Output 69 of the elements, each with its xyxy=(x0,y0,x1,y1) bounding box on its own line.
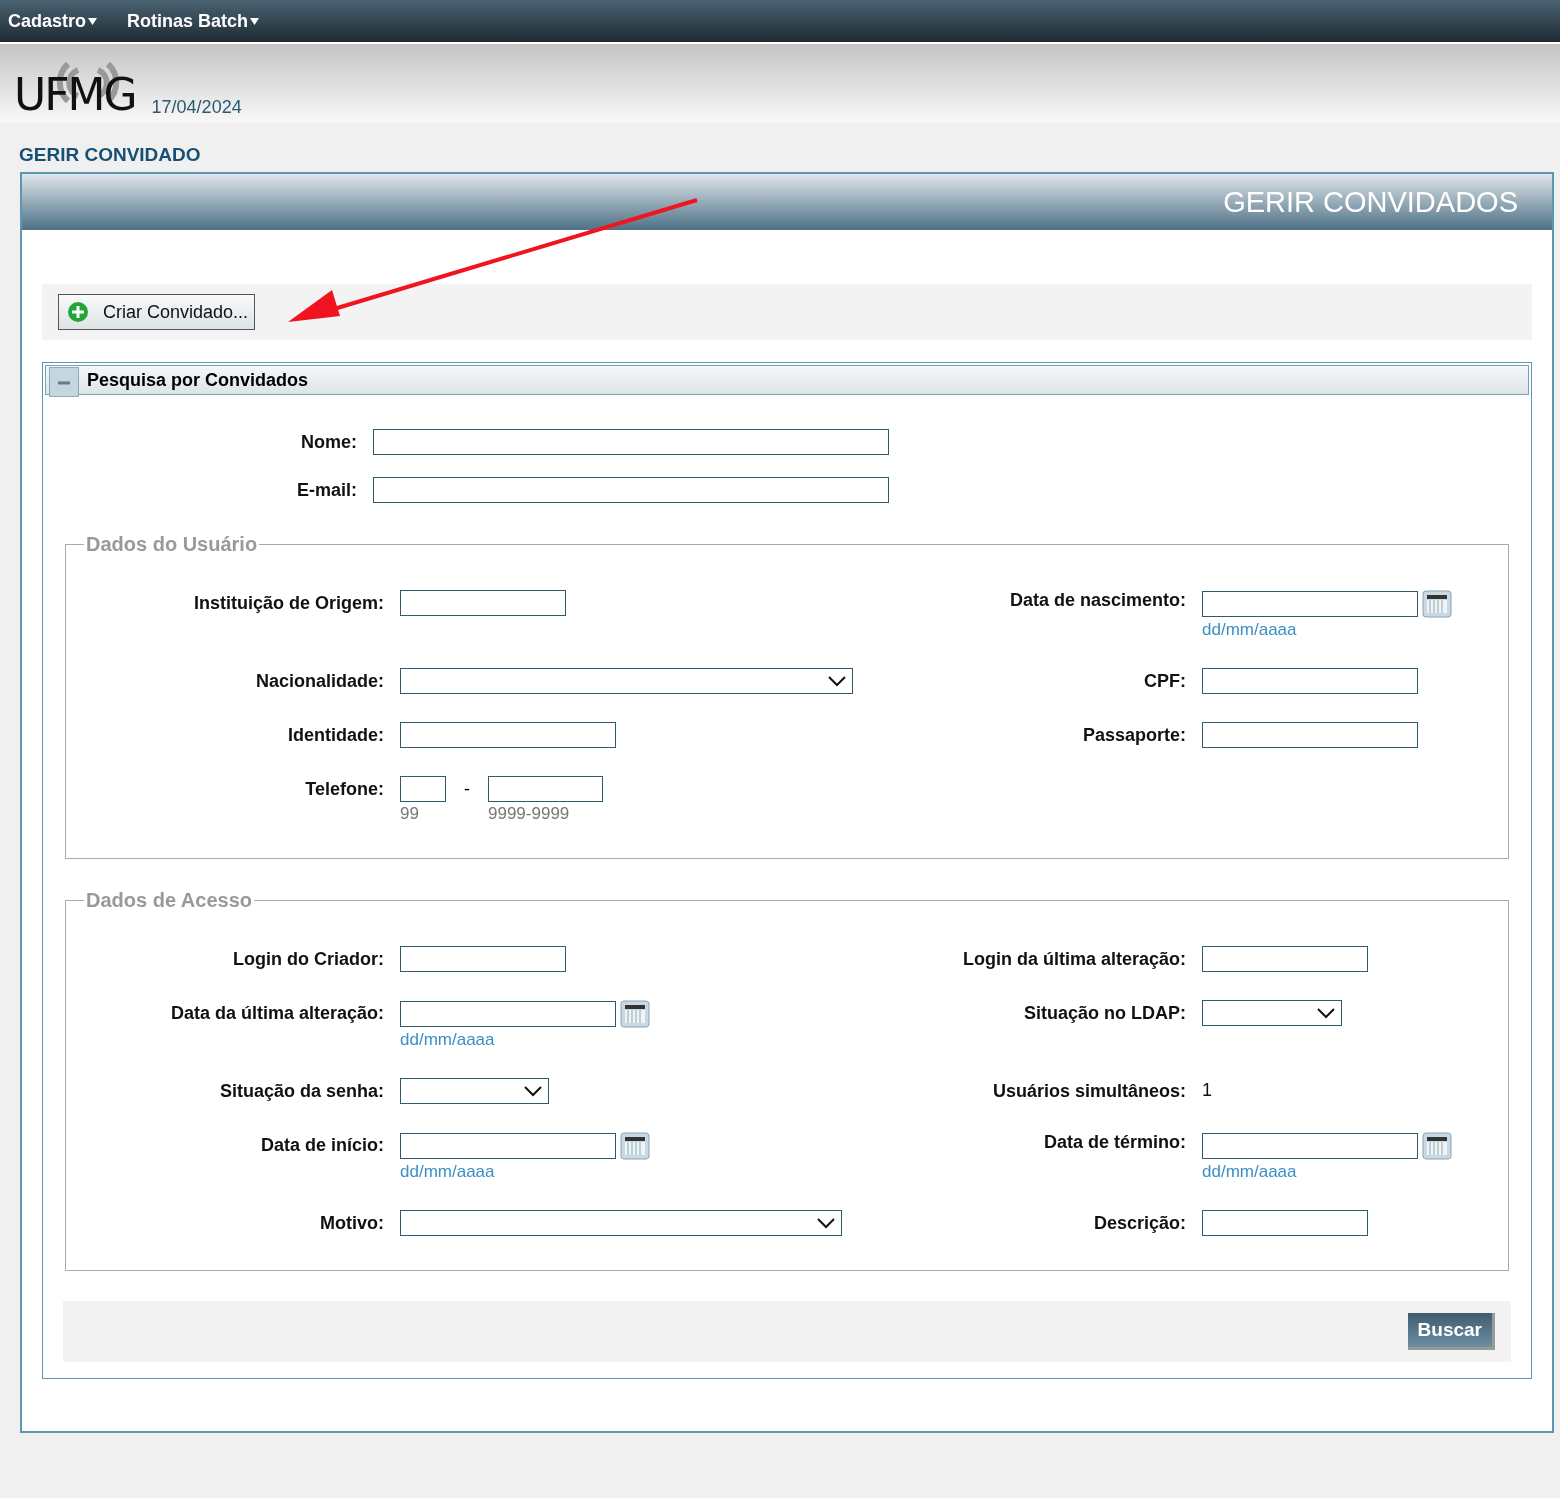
fieldset-legend: Dados do Usuário xyxy=(84,533,260,556)
plus-icon xyxy=(67,301,89,323)
field-label: Data da última alteração: xyxy=(169,1002,384,1024)
format-hint: 99 xyxy=(400,804,420,824)
field-label: Motivo: xyxy=(319,1212,384,1234)
separator-text: - xyxy=(464,778,470,800)
caret-icon xyxy=(88,17,98,25)
chevron-down-icon xyxy=(1317,1007,1335,1019)
dropdown[interactable] xyxy=(400,668,853,694)
date-format-hint: dd/mm/aaaa xyxy=(400,1162,496,1182)
text-field[interactable] xyxy=(400,946,566,972)
text-field[interactable] xyxy=(1202,722,1418,748)
text-field[interactable] xyxy=(1202,1210,1368,1236)
field-label: Passaporte: xyxy=(1081,724,1186,746)
date-format-hint: dd/mm/aaaa xyxy=(1202,1162,1298,1182)
text-field[interactable] xyxy=(400,722,616,748)
field-label: Nacionalidade: xyxy=(254,670,384,692)
text-field[interactable] xyxy=(373,429,889,455)
text-field[interactable] xyxy=(373,477,889,503)
text-field[interactable] xyxy=(1202,668,1418,694)
field-label: Data de término: xyxy=(1042,1132,1186,1153)
area-code-field[interactable] xyxy=(400,776,446,802)
page-title: GERIR CONVIDADO xyxy=(18,143,202,167)
panel-header: GERIR CONVIDADOS xyxy=(22,174,1552,230)
menu-item[interactable]: Rotinas Batch xyxy=(127,10,260,32)
date-format-hint: dd/mm/aaaa xyxy=(1202,620,1298,640)
field-label: E-mail: xyxy=(296,479,357,501)
field-label: Descrição: xyxy=(1092,1212,1186,1234)
field-label: Nome: xyxy=(300,431,357,453)
field-label: Usuários simultâneos: xyxy=(991,1080,1186,1102)
field-label: Situação no LDAP: xyxy=(1023,1002,1186,1024)
field-label: Instituição de Origem: xyxy=(192,592,384,614)
field-label: Identidade: xyxy=(287,724,384,746)
menu-item[interactable]: Cadastro xyxy=(8,10,98,32)
dropdown[interactable] xyxy=(400,1210,842,1236)
format-hint: 9999-9999 xyxy=(488,804,571,824)
calendar-icon[interactable] xyxy=(620,1000,650,1028)
date-field[interactable] xyxy=(1202,591,1418,617)
create-guest-button[interactable]: Criar Convidado... xyxy=(58,294,256,330)
chevron-down-icon xyxy=(828,675,846,687)
section-title: Pesquisa por Convidados xyxy=(87,369,309,391)
field-label: Login do Criador: xyxy=(232,948,384,970)
calendar-icon[interactable] xyxy=(1422,1132,1452,1160)
caret-icon xyxy=(250,17,260,25)
phone-field[interactable] xyxy=(488,776,603,802)
current-date: 17/04/2024 xyxy=(151,97,242,118)
text-field[interactable] xyxy=(400,590,566,616)
collapse-toggle[interactable] xyxy=(49,367,79,397)
calendar-icon[interactable] xyxy=(620,1132,650,1160)
field-label: Data de início: xyxy=(259,1134,384,1156)
field-label: Telefone: xyxy=(304,778,384,800)
chevron-down-icon xyxy=(817,1217,835,1229)
calendar-icon[interactable] xyxy=(1422,590,1452,618)
text-field[interactable] xyxy=(1202,946,1368,972)
date-field[interactable] xyxy=(400,1001,616,1027)
field-label: Situação da senha: xyxy=(218,1080,384,1102)
date-field[interactable] xyxy=(1202,1133,1418,1159)
field-label: Data de nascimento: xyxy=(1008,590,1186,611)
date-format-hint: dd/mm/aaaa xyxy=(400,1030,496,1050)
field-label: CPF: xyxy=(1143,670,1186,692)
dropdown[interactable] xyxy=(1202,1000,1342,1026)
field-value: 1 xyxy=(1202,1079,1213,1101)
university-logo: UFMG xyxy=(14,56,136,120)
chevron-down-icon xyxy=(524,1085,542,1097)
dropdown[interactable] xyxy=(400,1078,549,1104)
date-field[interactable] xyxy=(400,1133,616,1159)
field-label: Login da última alteração: xyxy=(961,948,1186,970)
search-button[interactable]: Buscar xyxy=(1407,1313,1495,1350)
fieldset-legend: Dados de Acesso xyxy=(84,889,254,912)
